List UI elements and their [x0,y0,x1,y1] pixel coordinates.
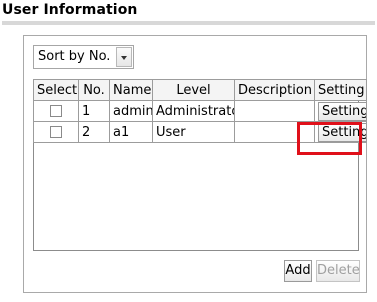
add-button[interactable]: Add [284,260,312,282]
select-cell [33,121,79,143]
column-header-name: Name [109,79,153,101]
description-cell [234,121,315,143]
column-header-level: Level [152,79,235,101]
user-information-page: User Information Sort by No. Select No. … [0,0,377,302]
sort-selected-value: Sort by No. [38,49,111,64]
no-cell: 2 [78,121,110,143]
setting-cell: Setting [314,121,367,143]
description-cell [234,100,315,122]
column-header-no: No. [78,79,110,101]
setting-button[interactable]: Setting [318,122,366,142]
select-cell [33,100,79,122]
user-table: Select No. Name Level Description Settin… [33,79,367,143]
title-divider [2,21,375,25]
level-cell: User [152,121,235,143]
column-header-setting: Setting [314,79,367,101]
row-select-checkbox[interactable] [50,105,62,117]
column-header-select: Select [33,79,79,101]
name-cell: admin [109,100,153,122]
section-title: User Information [2,2,138,18]
name-cell: a1 [109,121,153,143]
level-cell: Administrator [152,100,235,122]
delete-button[interactable]: Delete [316,260,360,282]
setting-cell: Setting [314,100,367,122]
table-row: 2 a1 User Setting [33,121,367,143]
row-select-checkbox[interactable] [50,126,62,138]
user-panel: Sort by No. Select No. Name Level Descri… [23,35,367,293]
sort-dropdown[interactable]: Sort by No. [33,45,134,69]
chevron-down-icon[interactable] [116,47,132,67]
table-header-row: Select No. Name Level Description Settin… [33,79,367,101]
column-header-description: Description [234,79,315,101]
user-table-container: Select No. Name Level Description Settin… [33,79,367,251]
no-cell: 1 [78,100,110,122]
setting-button[interactable]: Setting [318,101,366,121]
table-row: 1 admin Administrator Setting [33,100,367,122]
